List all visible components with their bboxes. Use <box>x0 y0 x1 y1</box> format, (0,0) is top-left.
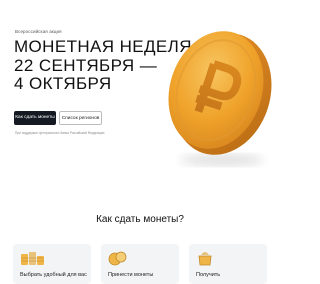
coin-stack-icon <box>21 252 44 265</box>
step-card-1: Выбрать удобный для вас <box>13 244 91 284</box>
hero-footnote: При поддержке Центрального банка Российс… <box>15 131 105 135</box>
hero-section: Всероссийская акция МОНЕТНАЯ НЕДЕЛЯ 22 С… <box>0 0 280 172</box>
coins-icon <box>108 251 127 266</box>
how-to-cards: Выбрать удобный для вас Принести монеты … <box>13 244 270 284</box>
step-card-2-text: Принести монеты <box>108 272 154 278</box>
ruble-coin-illustration <box>168 31 272 166</box>
step-card-3: Получить <box>189 244 267 284</box>
step-card-1-text: Выбрать удобный для вас <box>20 272 87 278</box>
how-to-section-title: Как сдать монеты? <box>96 214 184 225</box>
how-to-return-coins-button[interactable]: Как сдать монеты <box>14 111 56 125</box>
step-card-2: Принести монеты <box>101 244 179 284</box>
bag-icon <box>198 252 212 266</box>
regions-list-button[interactable]: Список регионов <box>59 111 102 125</box>
hero-eyebrow: Всероссийская акция <box>15 29 62 34</box>
step-card-3-text: Получить <box>196 272 221 278</box>
